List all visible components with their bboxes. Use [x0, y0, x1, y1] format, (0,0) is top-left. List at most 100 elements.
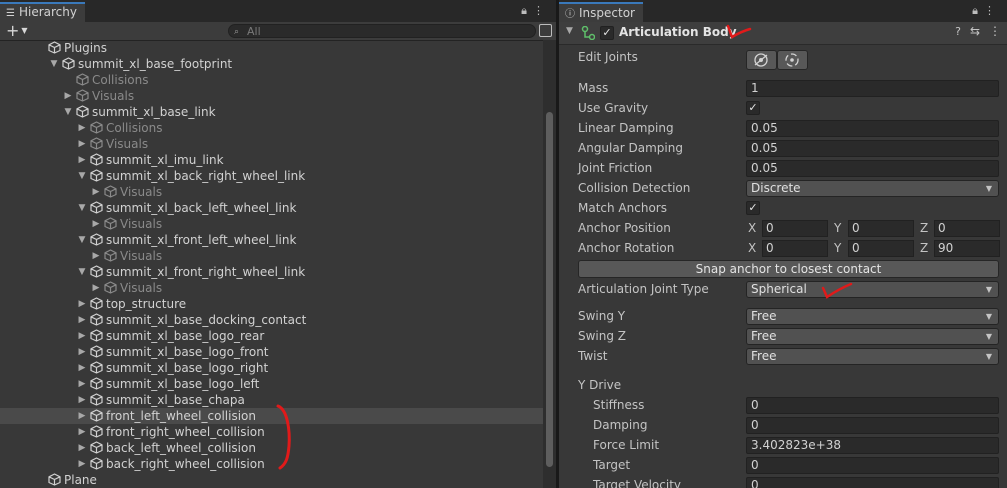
search-input[interactable]: ⌕ All	[228, 24, 536, 38]
anchor-position-y-field[interactable]: 0	[848, 220, 914, 237]
linear-damping-field[interactable]: 0.05	[746, 120, 999, 137]
hierarchy-item[interactable]: ▶ top_structure	[0, 296, 543, 312]
foldout-collapsed-icon[interactable]: ▶	[77, 440, 87, 456]
hierarchy-item[interactable]: Plugins	[0, 40, 543, 56]
hierarchy-item-label: summit_xl_base_footprint	[78, 57, 233, 71]
hierarchy-item[interactable]: ▶ summit_xl_base_logo_right	[0, 360, 543, 376]
hierarchy-item[interactable]: ▶ Visuals	[0, 248, 543, 264]
hierarchy-item-label: Visuals	[92, 89, 135, 103]
foldout-collapsed-icon[interactable]: ▶	[77, 136, 87, 152]
foldout-collapsed-icon[interactable]: ▶	[91, 184, 101, 200]
twist-dropdown[interactable]: Free ▼	[746, 348, 999, 365]
hierarchy-item[interactable]: ▶ summit_xl_base_docking_contact	[0, 312, 543, 328]
foldout-expanded-icon[interactable]: ▼	[49, 56, 59, 72]
match-anchors-checkbox[interactable]: ✓	[746, 201, 760, 215]
inspector-tab[interactable]: ⓘ Inspector	[559, 2, 643, 22]
foldout-collapsed-icon[interactable]: ▶	[77, 120, 87, 136]
anchor-rotation-y-field[interactable]: 0	[848, 240, 914, 257]
joint-friction-field[interactable]: 0.05	[746, 160, 999, 177]
hierarchy-item[interactable]: ▶ Visuals	[0, 184, 543, 200]
component-enabled-checkbox[interactable]: ✓	[600, 26, 614, 40]
hierarchy-item[interactable]: ▼ summit_xl_base_footprint	[0, 56, 543, 72]
hierarchy-item[interactable]: ▶ Visuals	[0, 280, 543, 296]
foldout-expanded-icon[interactable]: ▼	[77, 232, 87, 248]
hierarchy-item[interactable]: ▼ summit_xl_base_link	[0, 104, 543, 120]
foldout-collapsed-icon[interactable]: ▶	[91, 216, 101, 232]
target-field[interactable]: 0	[746, 457, 999, 474]
hierarchy-item[interactable]: ▼ summit_xl_back_right_wheel_link	[0, 168, 543, 184]
hierarchy-item[interactable]: ▶ Collisions	[0, 120, 543, 136]
foldout-expanded-icon[interactable]: ▼	[63, 104, 73, 120]
component-header[interactable]: ▼ ✓ Articulation Body ? ⇆ ⋮	[559, 22, 1007, 45]
foldout-collapsed-icon[interactable]: ▶	[77, 392, 87, 408]
hierarchy-item-label: front_left_wheel_collision	[106, 409, 256, 423]
red-annotation-check	[821, 282, 853, 299]
collision-detection-dropdown[interactable]: Discrete ▼	[746, 180, 999, 197]
foldout-expanded-icon[interactable]: ▼	[77, 168, 87, 184]
hierarchy-item[interactable]: ▶ summit_xl_base_logo_front	[0, 344, 543, 360]
foldout-expanded-icon[interactable]: ▼	[77, 264, 87, 280]
swing-y-dropdown[interactable]: Free ▼	[746, 308, 999, 325]
scene-picker-icon[interactable]	[539, 24, 552, 37]
hierarchy-item[interactable]: ▶ summit_xl_imu_link	[0, 152, 543, 168]
use-gravity-checkbox[interactable]: ✓	[746, 101, 760, 115]
edit-anchor-button[interactable]	[746, 50, 777, 70]
kebab-menu-icon[interactable]: ⋮	[533, 4, 550, 17]
hierarchy-item-label: summit_xl_base_logo_right	[106, 361, 269, 375]
hierarchy-item[interactable]: Plane	[0, 472, 543, 488]
foldout-collapsed-icon[interactable]: ▶	[91, 280, 101, 296]
foldout-collapsed-icon[interactable]: ▶	[77, 376, 87, 392]
foldout-arrow-icon[interactable]: ▼	[566, 26, 573, 36]
joint-type-dropdown[interactable]: Spherical ▼	[746, 281, 999, 298]
help-icon[interactable]: ?	[955, 25, 961, 38]
foldout-collapsed-icon[interactable]: ▶	[77, 328, 87, 344]
hierarchy-item[interactable]: ▼ summit_xl_back_left_wheel_link	[0, 200, 543, 216]
hierarchy-tab[interactable]: ☰ Hierarchy	[0, 2, 85, 22]
hierarchy-item[interactable]: Collisions	[0, 72, 543, 88]
hierarchy-item[interactable]: ▼ summit_xl_front_left_wheel_link	[0, 232, 543, 248]
swing-z-dropdown[interactable]: Free ▼	[746, 328, 999, 345]
foldout-expanded-icon[interactable]: ▼	[77, 200, 87, 216]
gameobject-cube-icon	[104, 217, 117, 230]
angular-damping-field[interactable]: 0.05	[746, 140, 999, 157]
hierarchy-item[interactable]: ▶ Visuals	[0, 88, 543, 104]
hierarchy-item[interactable]: ▶ Visuals	[0, 136, 543, 152]
foldout-collapsed-icon[interactable]: ▶	[77, 456, 87, 472]
kebab-menu-icon[interactable]: ⋮	[984, 4, 1001, 17]
hierarchy-item[interactable]: ▶ summit_xl_base_logo_rear	[0, 328, 543, 344]
mass-field[interactable]: 1	[746, 80, 999, 97]
target-velocity-row: Target Velocity 0	[559, 476, 1007, 488]
anchor-position-z-field[interactable]: 0	[934, 220, 1000, 237]
hierarchy-item[interactable]: ▶ Visuals	[0, 216, 543, 232]
damping-field[interactable]: 0	[746, 417, 999, 434]
kebab-menu-icon[interactable]: ⋮	[989, 24, 1001, 38]
stiffness-field[interactable]: 0	[746, 397, 999, 414]
force-limit-field[interactable]: 3.402823e+38	[746, 437, 999, 454]
foldout-collapsed-icon[interactable]: ▶	[77, 344, 87, 360]
foldout-collapsed-icon[interactable]: ▶	[77, 152, 87, 168]
edit-rotation-button[interactable]	[777, 50, 808, 70]
lock-icon[interactable]: 🔒︎	[521, 4, 533, 17]
foldout-collapsed-icon[interactable]: ▶	[77, 296, 87, 312]
anchor-rotation-x-field[interactable]: 0	[762, 240, 828, 257]
snap-anchor-button[interactable]: Snap anchor to closest contact	[578, 260, 999, 278]
anchor-rotation-z-field[interactable]: 90	[934, 240, 1000, 257]
target-velocity-field[interactable]: 0	[746, 477, 999, 488]
foldout-collapsed-icon[interactable]: ▶	[77, 312, 87, 328]
scrollbar-thumb[interactable]	[546, 112, 553, 467]
foldout-collapsed-icon[interactable]: ▶	[63, 88, 73, 104]
foldout-collapsed-icon[interactable]: ▶	[77, 424, 87, 440]
anchor-position-x-field[interactable]: 0	[762, 220, 828, 237]
foldout-collapsed-icon[interactable]: ▶	[77, 408, 87, 424]
gameobject-cube-icon	[76, 73, 89, 86]
hierarchy-item[interactable]: ▼ summit_xl_front_right_wheel_link	[0, 264, 543, 280]
hierarchy-item[interactable]: ▶ summit_xl_base_logo_left	[0, 376, 543, 392]
foldout-collapsed-icon[interactable]: ▶	[91, 248, 101, 264]
gameobject-cube-icon	[62, 57, 75, 70]
hierarchy-scrollbar[interactable]	[543, 40, 556, 488]
collision-detection-row: Collision Detection Discrete ▼	[559, 179, 1007, 199]
add-button[interactable]: + ▼	[6, 21, 28, 40]
foldout-collapsed-icon[interactable]: ▶	[77, 360, 87, 376]
preset-icon[interactable]: ⇆	[970, 24, 980, 38]
lock-icon[interactable]: 🔒︎	[972, 4, 984, 17]
